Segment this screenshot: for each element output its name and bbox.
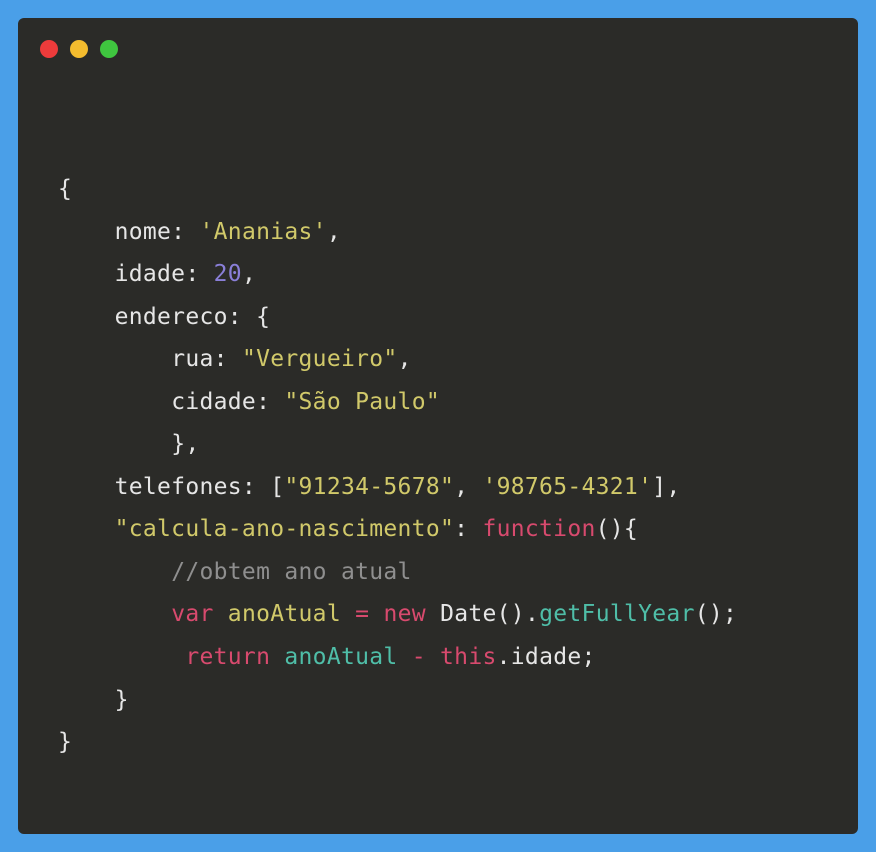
value-telefone-2: '98765-4321' bbox=[482, 474, 652, 500]
brace-open: { bbox=[58, 176, 72, 202]
key-endereco: endereco: bbox=[115, 304, 242, 330]
minimize-icon[interactable] bbox=[70, 40, 88, 58]
key-telefones: telefones: bbox=[115, 474, 256, 500]
zoom-icon[interactable] bbox=[100, 40, 118, 58]
comment: //obtem ano atual bbox=[171, 559, 412, 585]
keyword-this: this bbox=[440, 644, 497, 670]
keyword-new: new bbox=[383, 601, 425, 627]
value-rua: "Vergueiro" bbox=[242, 346, 398, 372]
code-window: { nome: 'Ananias', idade: 20, endereco: … bbox=[18, 18, 858, 834]
prop-idade: idade bbox=[511, 644, 582, 670]
keyword-function: function bbox=[482, 516, 595, 542]
code-editor: { nome: 'Ananias', idade: 20, endereco: … bbox=[18, 68, 858, 804]
method-getfullyear: getFullYear bbox=[539, 601, 695, 627]
value-cidade: "São Paulo" bbox=[284, 389, 440, 415]
var-anoatual: anoAtual bbox=[228, 601, 341, 627]
key-nome: nome: bbox=[115, 219, 186, 245]
key-idade: idade: bbox=[115, 261, 200, 287]
close-icon[interactable] bbox=[40, 40, 58, 58]
key-rua: rua: bbox=[171, 346, 228, 372]
keyword-return: return bbox=[185, 644, 270, 670]
window-titlebar bbox=[18, 18, 858, 68]
var-anoatual-ref: anoAtual bbox=[284, 644, 397, 670]
brace-close: } bbox=[58, 729, 72, 755]
key-cidade: cidade: bbox=[171, 389, 270, 415]
key-calcula: "calcula-ano-nascimento" bbox=[115, 516, 455, 542]
value-idade: 20 bbox=[214, 261, 242, 287]
builtin-date: Date bbox=[440, 601, 497, 627]
value-telefone-1: "91234-5678" bbox=[284, 474, 454, 500]
value-nome: 'Ananias' bbox=[200, 219, 327, 245]
keyword-var: var bbox=[171, 601, 213, 627]
